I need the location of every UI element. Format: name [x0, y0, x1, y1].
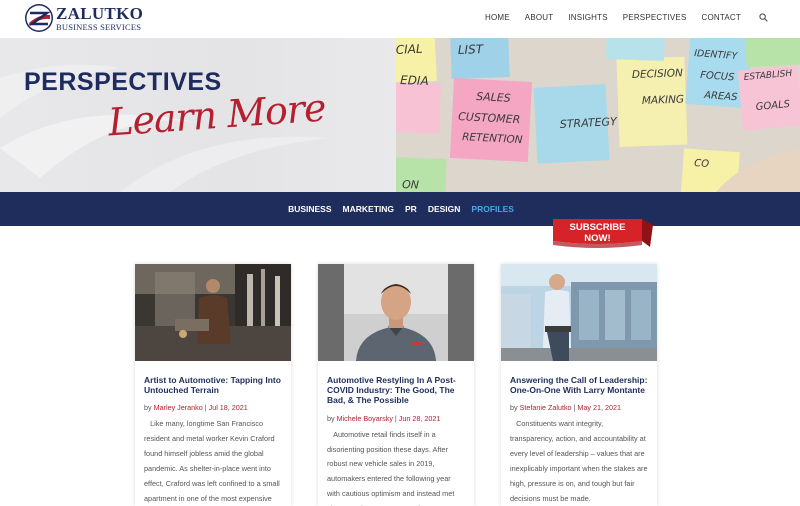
logo[interactable]: ZALUTKO BUSINESS SERVICES — [24, 3, 143, 33]
nav-insights[interactable]: INSIGHTS — [568, 13, 607, 22]
subscribe-button[interactable]: SUBSCRIBE NOW! — [553, 219, 653, 253]
note-text: CO — [694, 158, 710, 170]
category-profiles[interactable]: PROFILES — [471, 204, 514, 214]
post-author[interactable]: Marley Jeranko — [154, 403, 203, 412]
site-header: ZALUTKO BUSINESS SERVICES HOME ABOUT INS… — [0, 0, 800, 38]
post-card[interactable]: Answering the Call of Leadership: One-On… — [501, 264, 657, 506]
category-business[interactable]: BUSINESS — [288, 204, 331, 214]
portrait-photo — [318, 264, 474, 361]
note-text: MAKING — [642, 94, 685, 107]
post-excerpt: Like many, longtime San Francisco reside… — [144, 417, 282, 506]
category-pr[interactable]: PR — [405, 204, 417, 214]
post-author[interactable]: Michele Boyarsky — [337, 414, 393, 423]
post-meta: by Michele Boyarsky | Jun 28, 2021 — [327, 414, 465, 423]
subscribe-line1: SUBSCRIBE — [569, 222, 626, 233]
meta-separator: | — [573, 403, 576, 413]
post-title[interactable]: Answering the Call of Leadership: One-On… — [510, 375, 648, 395]
logo-emblem-icon — [25, 4, 53, 32]
post-author[interactable]: Stefanie Zalutko — [520, 403, 572, 412]
post-date: Jul 18, 2021 — [208, 403, 248, 413]
post-by: by — [144, 403, 152, 413]
hero-title: PERSPECTIVES — [24, 68, 222, 96]
hero-photo-sticky-notes: CIAL EDIA LIST SALES CUSTOMER RETENTION … — [396, 38, 800, 192]
dealership-photo — [501, 264, 657, 361]
post-date: Jun 28, 2021 — [398, 413, 441, 423]
post-card[interactable]: Artist to Automotive: Tapping Into Untou… — [135, 264, 291, 506]
nav-home[interactable]: HOME — [485, 13, 510, 22]
post-thumbnail[interactable] — [318, 264, 474, 361]
post-title[interactable]: Artist to Automotive: Tapping Into Untou… — [144, 375, 282, 395]
post-card[interactable]: Automotive Restyling In A Post-COVID Ind… — [318, 264, 474, 506]
post-by: by — [510, 403, 518, 413]
sticky-notes-image: CIAL EDIA LIST SALES CUSTOMER RETENTION … — [396, 38, 800, 192]
post-thumbnail[interactable] — [135, 264, 291, 361]
note-text: DECISION — [632, 67, 684, 81]
category-marketing[interactable]: MARKETING — [343, 204, 394, 214]
post-excerpt: Constituents want integrity, transparenc… — [510, 417, 648, 506]
subscribe-line2: NOW! — [584, 232, 611, 244]
post-excerpt-text: Automotive retail finds itself in a diso… — [327, 429, 455, 506]
category-bar: BUSINESS MARKETING PR DESIGN PROFILES — [0, 192, 800, 226]
nav-perspectives[interactable]: PERSPECTIVES — [623, 13, 687, 22]
note-text: SALES — [476, 90, 511, 105]
workshop-photo — [135, 264, 291, 361]
note-text: ON — [402, 178, 419, 192]
note-text: LIST — [458, 42, 485, 57]
brand-name: ZALUTKO — [56, 3, 144, 23]
hero-left-panel: PERSPECTIVES Learn More — [0, 38, 396, 192]
note-text: EDIA — [400, 73, 429, 88]
post-by: by — [327, 413, 335, 423]
post-meta: by Marley Jeranko | Jul 18, 2021 — [144, 403, 282, 412]
post-excerpt: Automotive retail finds itself in a diso… — [327, 428, 465, 506]
post-meta: by Stefanie Zalutko | May 21, 2021 — [510, 403, 648, 412]
nav-about[interactable]: ABOUT — [525, 13, 554, 22]
meta-separator: | — [394, 413, 397, 423]
post-title[interactable]: Automotive Restyling In A Post-COVID Ind… — [327, 375, 465, 406]
category-design[interactable]: DESIGN — [428, 204, 461, 214]
nav-contact[interactable]: CONTACT — [702, 13, 741, 22]
post-excerpt-text: Like many, longtime San Francisco reside… — [144, 419, 280, 504]
meta-separator: | — [204, 403, 207, 413]
post-thumbnail[interactable] — [501, 264, 657, 361]
search-icon[interactable] — [759, 13, 768, 22]
post-excerpt-text: Constituents want integrity, transparenc… — [510, 419, 648, 504]
subscribe-label: SUBSCRIBE NOW! — [553, 222, 642, 245]
brand-tagline: BUSINESS SERVICES — [56, 21, 142, 32]
main-nav: HOME ABOUT INSIGHTS PERSPECTIVES CONTACT — [485, 13, 768, 22]
post-date: May 21, 2021 — [577, 403, 621, 413]
note-text: CIAL — [396, 42, 423, 57]
hero-banner: PERSPECTIVES Learn More CIAL EDIA LIST S… — [0, 38, 800, 192]
